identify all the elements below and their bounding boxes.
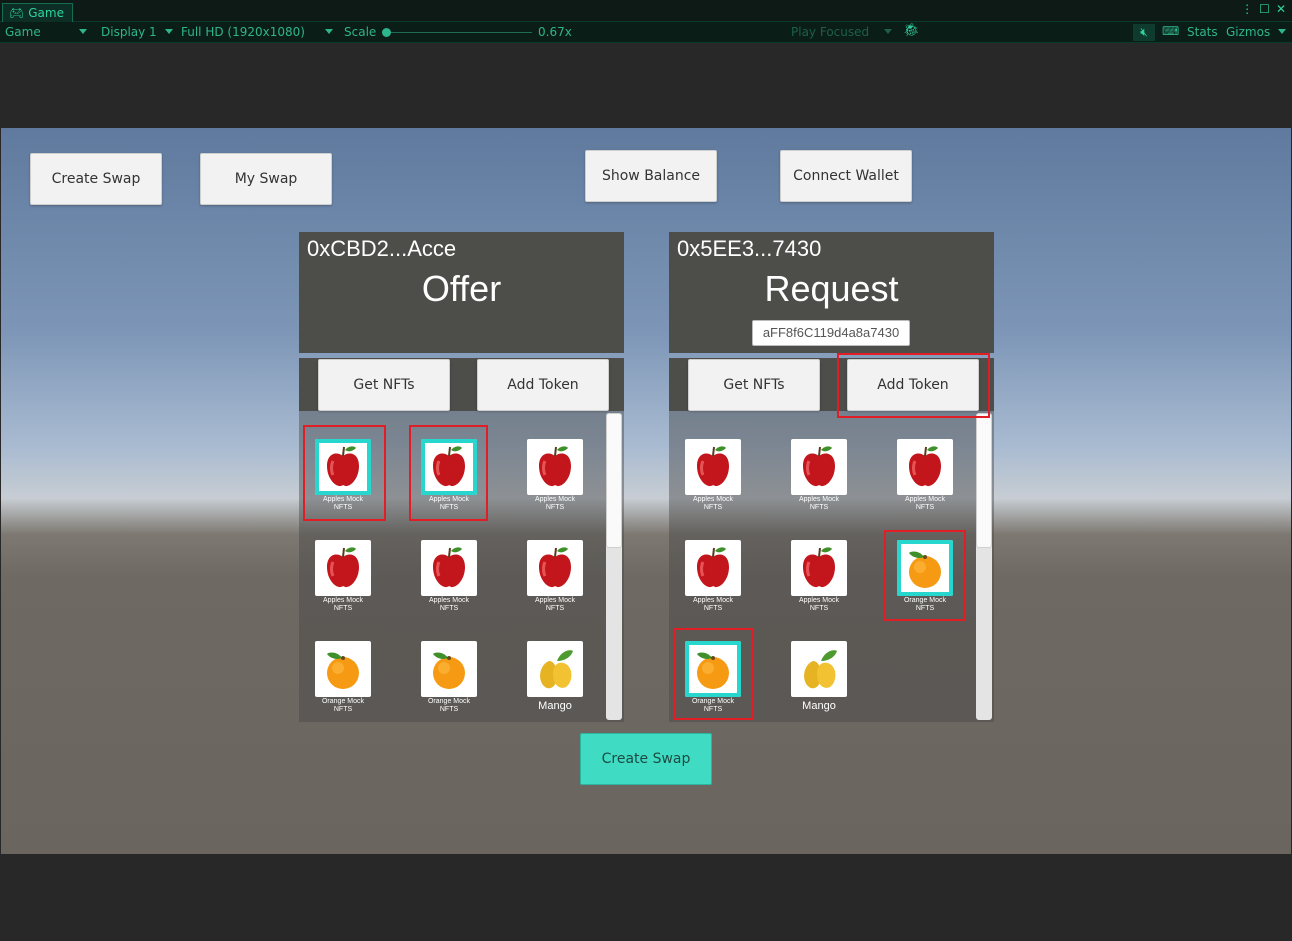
offer-wallet-address: 0xCBD2...Acce (307, 236, 457, 261)
orange-icon[interactable] (315, 641, 371, 697)
request-nft-item[interactable]: Apples Mock NFTS (897, 439, 953, 512)
offer-nft-item[interactable]: Apples Mock NFTS (421, 540, 477, 613)
highlight-offer-item-2 (409, 425, 488, 521)
bug-icon[interactable]: 🐞︎ (903, 23, 920, 38)
scale-slider-handle[interactable] (382, 28, 391, 37)
scale-value: 0.67x (538, 25, 572, 39)
apple-icon[interactable] (791, 439, 847, 495)
my-swap-button[interactable]: My Swap (200, 153, 332, 205)
request-nft-label: Apples Mock NFTS (692, 496, 734, 511)
offer-add-token-button[interactable]: Add Token (477, 359, 609, 411)
create-swap-submit-button[interactable]: Create Swap (580, 733, 712, 785)
window-controls: ⋮ ☐ ✕ (1241, 2, 1286, 16)
view-mode-dropdown[interactable]: Game (5, 25, 41, 39)
highlight-request-item-7 (673, 628, 754, 720)
offer-nft-label: Apples Mock NFTS (428, 597, 470, 612)
unity-editor-window: 🎮︎ Game ⋮ ☐ ✕ Game Display 1 Full HD (19… (0, 0, 1292, 941)
scale-label: Scale (344, 25, 377, 39)
mute-audio-icon[interactable]: 🔇︎ (1133, 24, 1155, 41)
request-wallet-address: 0x5EE3...7430 (677, 236, 822, 261)
stats-button[interactable]: Stats (1187, 25, 1218, 39)
apple-icon[interactable] (527, 540, 583, 596)
game-viewport: Create Swap My Swap Show Balance Connect… (1, 128, 1291, 854)
orange-icon[interactable] (421, 641, 477, 697)
offer-nft-label: Apples Mock NFTS (534, 597, 576, 612)
mango-icon[interactable] (791, 641, 847, 697)
tab-game[interactable]: 🎮︎ Game (2, 3, 73, 22)
apple-icon[interactable] (685, 439, 741, 495)
request-nft-item[interactable]: Apples Mock NFTS (791, 540, 847, 613)
offer-scrollbar[interactable] (606, 413, 622, 720)
display-caret-icon[interactable] (165, 29, 173, 34)
gizmos-caret-icon[interactable] (1278, 29, 1286, 34)
gamepad-icon: 🎮︎ (9, 6, 25, 20)
request-scrollbar-thumb[interactable] (976, 413, 992, 548)
request-nft-item[interactable]: Apples Mock NFTS (685, 439, 741, 512)
keyboard-icon[interactable]: ⌨ (1162, 24, 1179, 38)
tab-game-label: Game (28, 6, 64, 20)
request-nft-item[interactable]: Apples Mock NFTS (685, 540, 741, 613)
maximize-icon[interactable]: ☐ (1259, 2, 1270, 16)
highlight-offer-item-1 (303, 425, 386, 521)
offer-nft-label: Apples Mock NFTS (534, 496, 576, 511)
apple-icon[interactable] (421, 540, 477, 596)
game-view-toolbar: Game Display 1 Full HD (1920x1080) Scale… (0, 22, 1292, 43)
offer-title: Offer (421, 268, 502, 309)
show-balance-button[interactable]: Show Balance (585, 150, 717, 202)
request-header: 0x5EE3...7430 Request aFF8f6C119d4a8a743… (669, 232, 994, 353)
offer-scrollbar-thumb[interactable] (606, 413, 622, 548)
request-nft-label: Apples Mock NFTS (798, 597, 840, 612)
resolution-dropdown[interactable]: Full HD (1920x1080) (181, 25, 305, 39)
play-mode-dropdown[interactable]: Play Focused (791, 25, 869, 39)
display-dropdown[interactable]: Display 1 (101, 25, 157, 39)
close-icon[interactable]: ✕ (1276, 2, 1286, 16)
offer-nft-label: Orange Mock NFTS (321, 698, 365, 713)
editor-tabbar: 🎮︎ Game ⋮ ☐ ✕ (0, 0, 1292, 22)
gizmos-button[interactable]: Gizmos (1226, 25, 1270, 39)
offer-get-nfts-button[interactable]: Get NFTs (318, 359, 450, 411)
highlight-request-item-6 (884, 530, 966, 621)
offer-nft-label: Orange Mock NFTS (427, 698, 471, 713)
scale-slider-track[interactable] (386, 32, 532, 33)
offer-header: 0xCBD2...Acce Offer (299, 232, 624, 353)
more-options-icon[interactable]: ⋮ (1241, 2, 1253, 16)
apple-icon[interactable] (527, 439, 583, 495)
offer-nft-item[interactable]: Orange Mock NFTS (315, 641, 371, 714)
offer-nft-item[interactable]: Apples Mock NFTS (527, 540, 583, 613)
highlight-request-add-token (837, 353, 990, 418)
offer-nft-item[interactable]: Mango (527, 641, 583, 712)
offer-nft-item[interactable]: Orange Mock NFTS (421, 641, 477, 714)
token-address-input[interactable]: aFF8f6C119d4a8a7430 (752, 320, 910, 346)
play-mode-caret-icon[interactable] (884, 29, 892, 34)
request-nft-item[interactable]: Mango (791, 641, 847, 712)
offer-nft-label: Mango (538, 700, 572, 712)
request-nft-label: Apples Mock NFTS (904, 496, 946, 511)
apple-icon[interactable] (685, 540, 741, 596)
offer-nft-item[interactable]: Apples Mock NFTS (527, 439, 583, 512)
apple-icon[interactable] (791, 540, 847, 596)
mango-icon[interactable] (527, 641, 583, 697)
create-swap-top-button[interactable]: Create Swap (30, 153, 162, 205)
apple-icon[interactable] (315, 540, 371, 596)
request-scrollbar[interactable] (976, 413, 992, 720)
apple-icon[interactable] (897, 439, 953, 495)
request-nft-item[interactable]: Apples Mock NFTS (791, 439, 847, 512)
offer-nft-label: Apples Mock NFTS (322, 597, 364, 612)
request-nft-label: Apples Mock NFTS (692, 597, 734, 612)
view-mode-caret-icon[interactable] (79, 29, 87, 34)
request-get-nfts-button[interactable]: Get NFTs (688, 359, 820, 411)
request-title: Request (764, 268, 899, 309)
resolution-caret-icon[interactable] (325, 29, 333, 34)
request-nft-label: Apples Mock NFTS (798, 496, 840, 511)
offer-nft-item[interactable]: Apples Mock NFTS (315, 540, 371, 613)
connect-wallet-button[interactable]: Connect Wallet (780, 150, 912, 202)
request-nft-label: Mango (802, 700, 836, 712)
offer-action-bar: Get NFTs Add Token (299, 358, 624, 411)
